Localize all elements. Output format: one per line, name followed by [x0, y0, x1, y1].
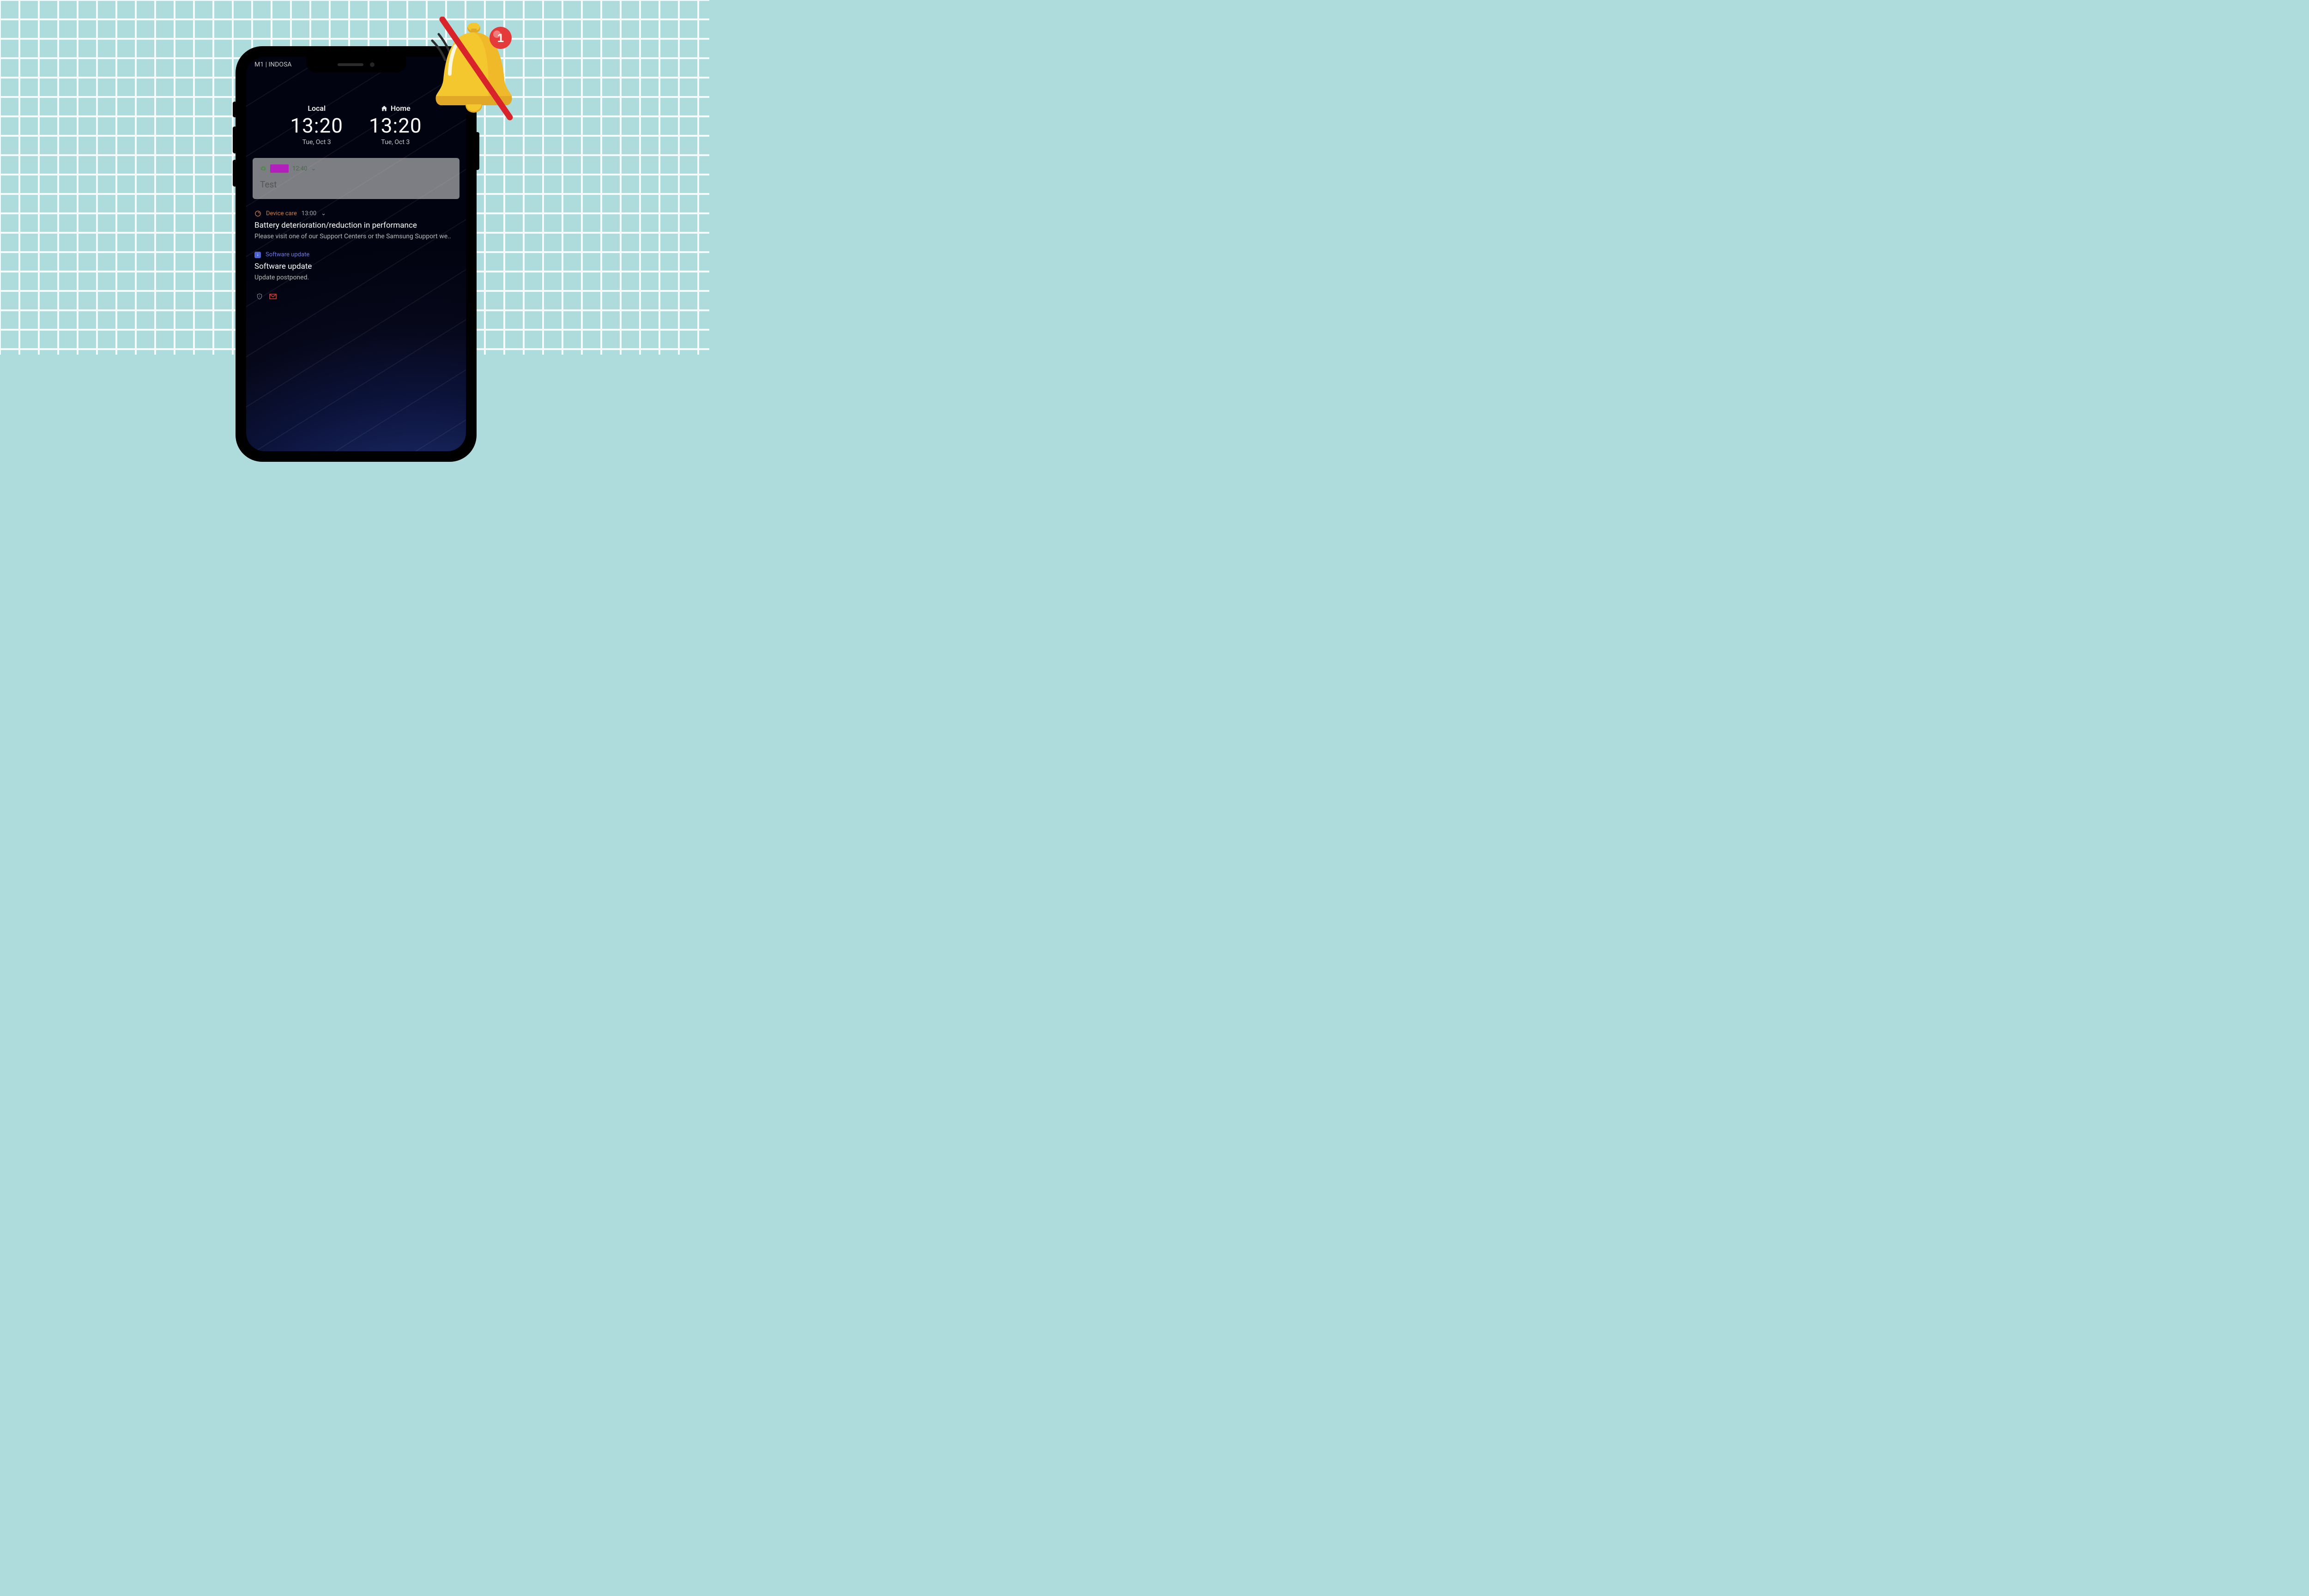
clock-local: Local 13:20 Tue, Oct 3	[290, 104, 343, 146]
device-care-app-label: Device care	[266, 210, 297, 217]
phone-side-button	[233, 102, 236, 117]
muted-bell-illustration: 1	[419, 17, 526, 123]
device-care-icon	[254, 210, 261, 217]
software-update-icon: ↓	[254, 252, 261, 258]
bell-icon: 1	[419, 17, 526, 123]
chevron-down-icon[interactable]: ⌄	[321, 210, 326, 217]
notification-device-care[interactable]: Device care 13:00 ⌄ Battery deterioratio…	[254, 210, 458, 240]
device-care-title: Battery deterioration/reduction in perfo…	[254, 221, 458, 230]
phone-notch	[306, 57, 406, 73]
software-update-app-label: Software update	[266, 251, 309, 258]
badge-count: 1	[497, 31, 504, 45]
speaker-slot	[338, 63, 363, 66]
clock-home: Home 13:20 Tue, Oct 3	[369, 104, 422, 146]
notification-software-update[interactable]: ↓ Software update Software update Update…	[254, 251, 458, 281]
clock-local-time: 13:20	[290, 114, 343, 138]
redacted-app-name	[270, 164, 289, 173]
clock-home-date: Tue, Oct 3	[369, 139, 422, 146]
software-update-body: Update postponed.	[254, 274, 458, 281]
card-time: 12:40	[292, 165, 307, 172]
device-care-body: Please visit one of our Support Centers …	[254, 233, 458, 240]
notification-icon-row: !	[256, 293, 458, 300]
svg-text:!: !	[259, 295, 260, 298]
clock-local-date: Tue, Oct 3	[290, 139, 343, 146]
notification-card-test[interactable]: 12:40 ⌄ Test	[253, 158, 459, 199]
clock-home-label: Home	[391, 104, 411, 113]
clock-home-time: 13:20	[369, 114, 422, 138]
phone-volume-down	[233, 160, 236, 187]
phone-power-button	[477, 132, 479, 170]
gmail-icon	[269, 294, 277, 299]
home-icon	[381, 105, 388, 112]
front-camera	[370, 62, 375, 67]
carrier-label: M1 | INDOSA	[254, 61, 292, 68]
device-care-time: 13:00	[302, 210, 316, 217]
chevron-down-icon[interactable]: ⌄	[311, 165, 316, 172]
card-title: Test	[260, 179, 452, 190]
phone-volume-up	[233, 127, 236, 153]
shield-icon: !	[256, 293, 263, 300]
clock-local-label: Local	[290, 104, 343, 113]
gear-icon	[260, 165, 266, 172]
software-update-title: Software update	[254, 262, 458, 271]
